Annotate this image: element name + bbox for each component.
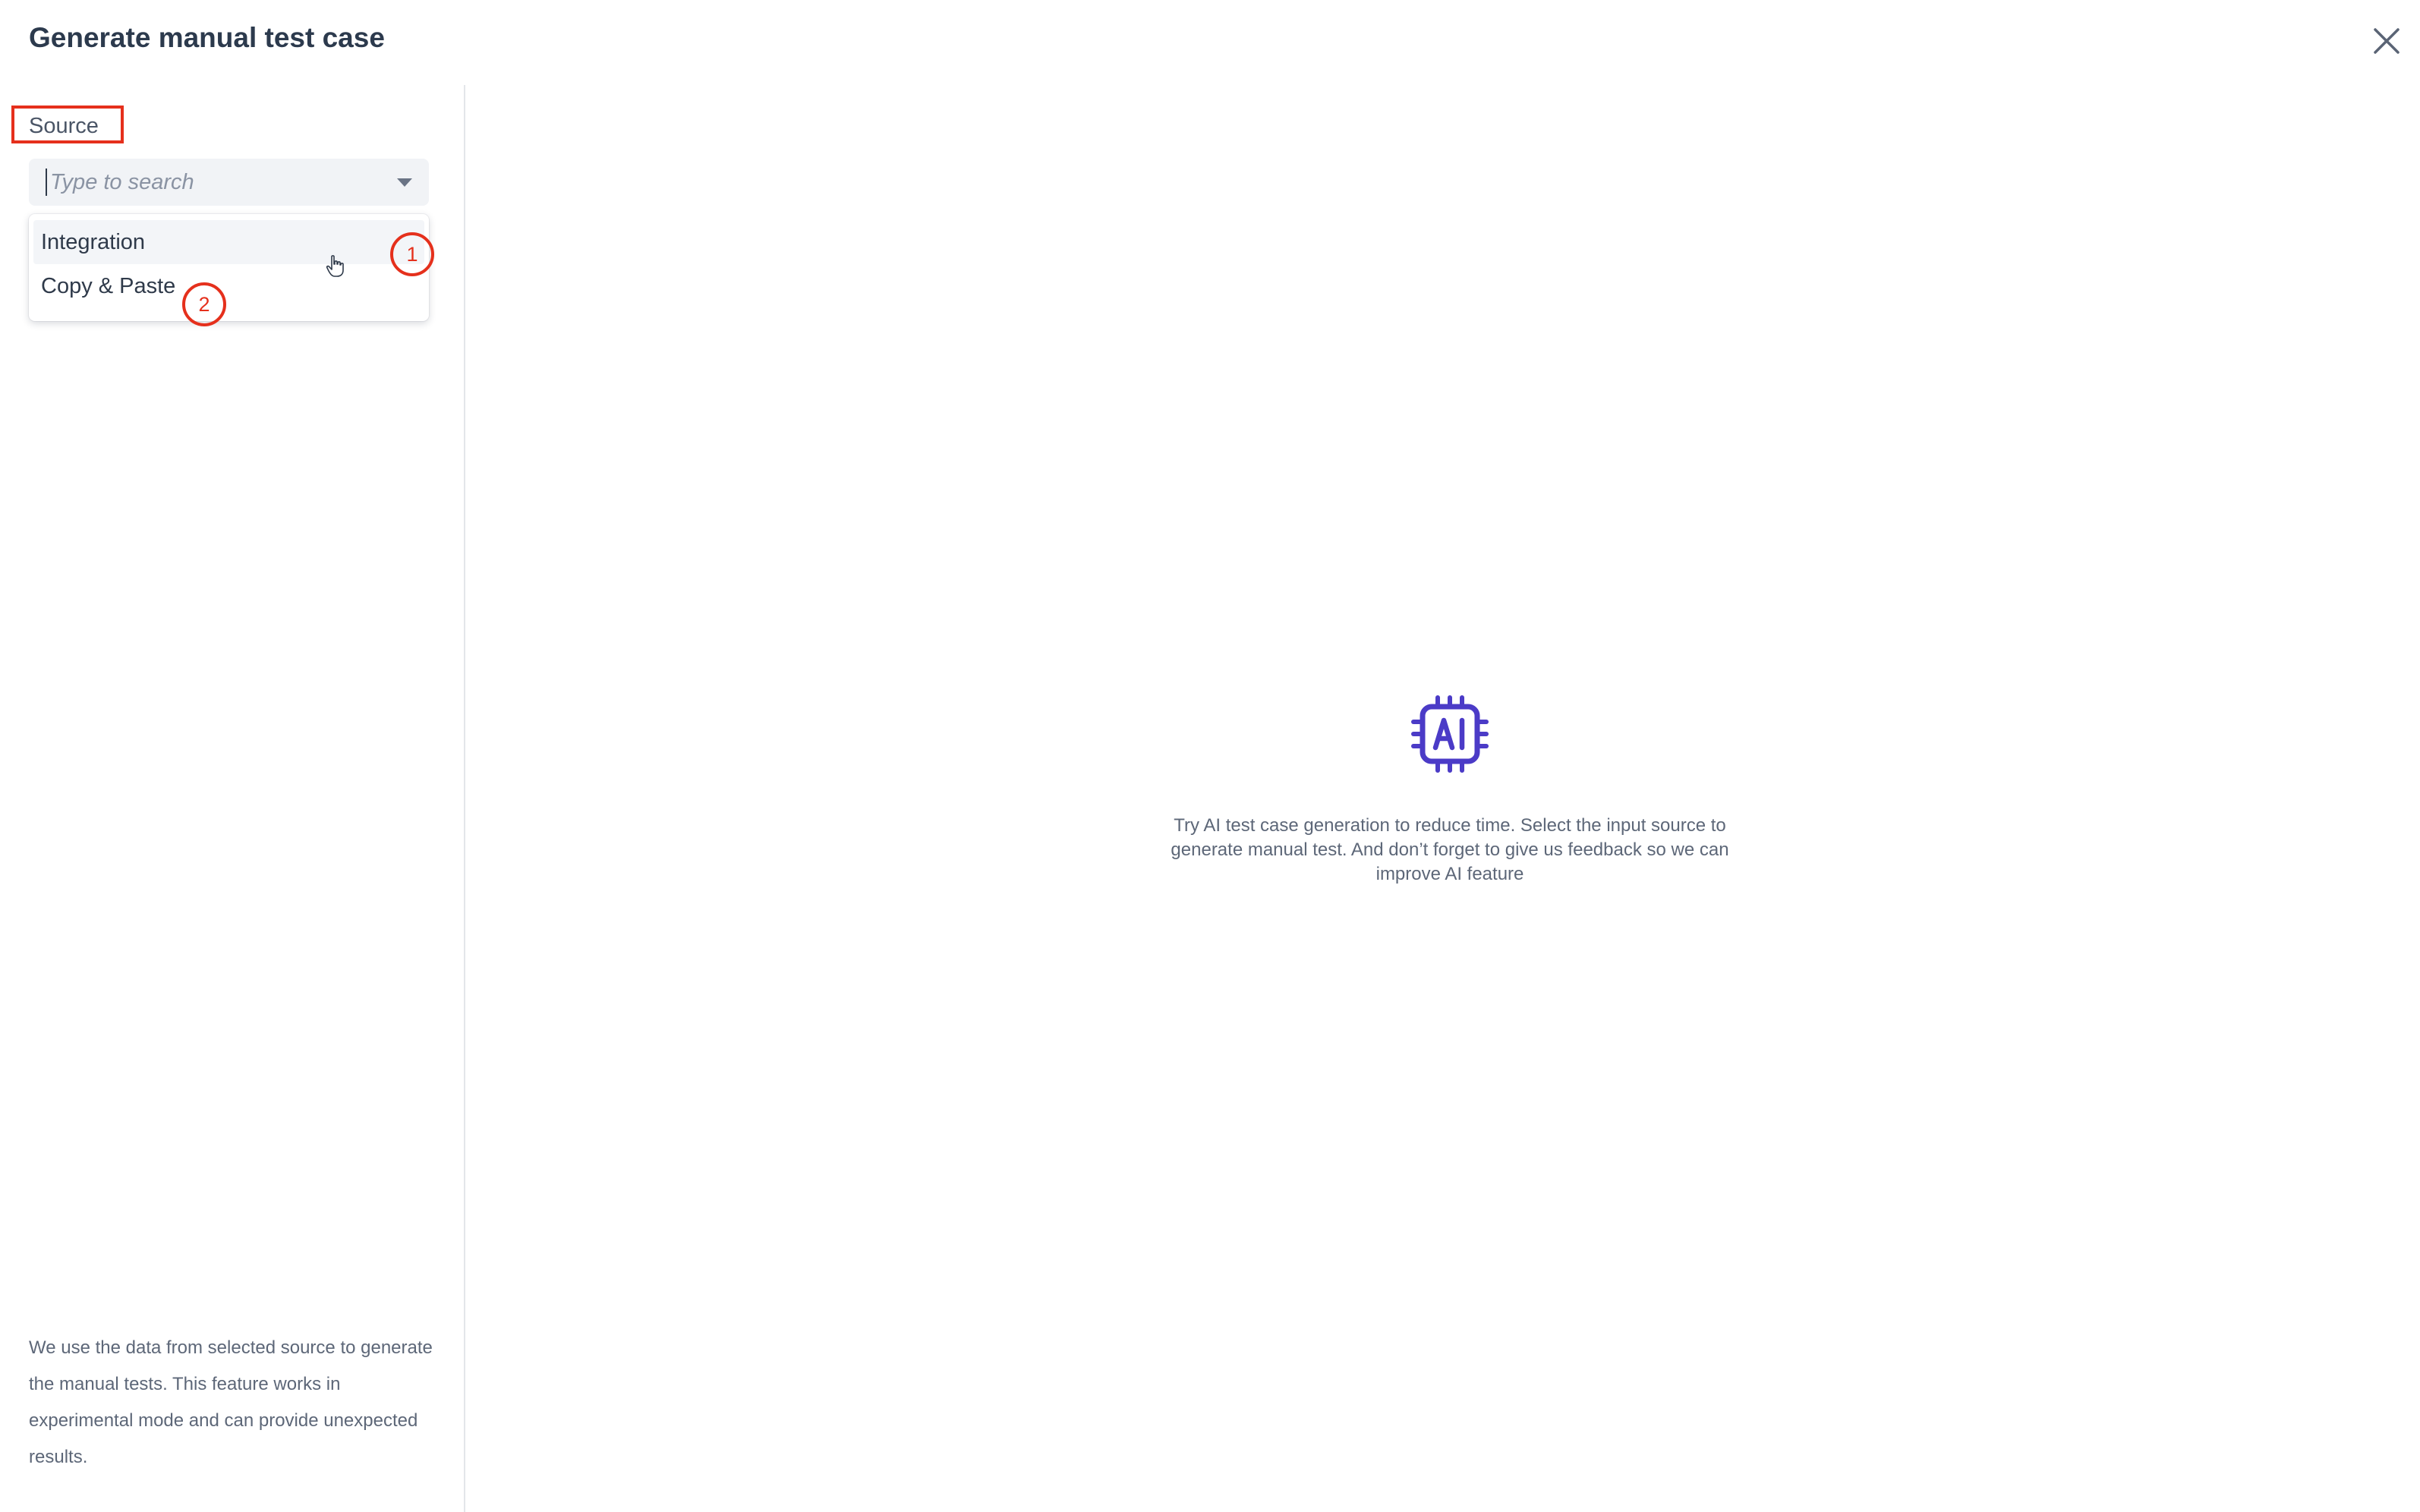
hand-pointer-icon — [326, 255, 344, 277]
ai-chip-icon — [1411, 695, 1489, 773]
empty-state: Try AI test case generation to reduce ti… — [1139, 695, 1761, 887]
dialog-title: Generate manual test case — [29, 22, 385, 53]
generate-test-case-dialog: Generate manual test case Source Integra… — [0, 0, 2420, 1512]
source-dropdown-menu: Integration Copy & Paste — [29, 214, 429, 321]
close-button[interactable] — [2371, 26, 2402, 56]
source-highlight-box — [11, 106, 124, 143]
close-icon — [2374, 28, 2400, 54]
dropdown-option-copy-paste[interactable]: Copy & Paste — [33, 264, 424, 308]
annotation-callout-2: 2 — [182, 282, 226, 326]
caret-down-icon[interactable] — [397, 178, 412, 187]
experimental-disclaimer: We use the data from selected source to … — [29, 1337, 433, 1467]
empty-state-message: Try AI test case generation to reduce ti… — [1171, 815, 1729, 884]
dropdown-option-integration[interactable]: Integration — [33, 220, 424, 264]
source-search-input[interactable] — [46, 169, 389, 196]
source-select[interactable] — [29, 159, 429, 206]
source-panel: Source Integration Copy & Paste We use t… — [0, 85, 465, 1512]
annotation-callout-1: 1 — [390, 232, 434, 276]
